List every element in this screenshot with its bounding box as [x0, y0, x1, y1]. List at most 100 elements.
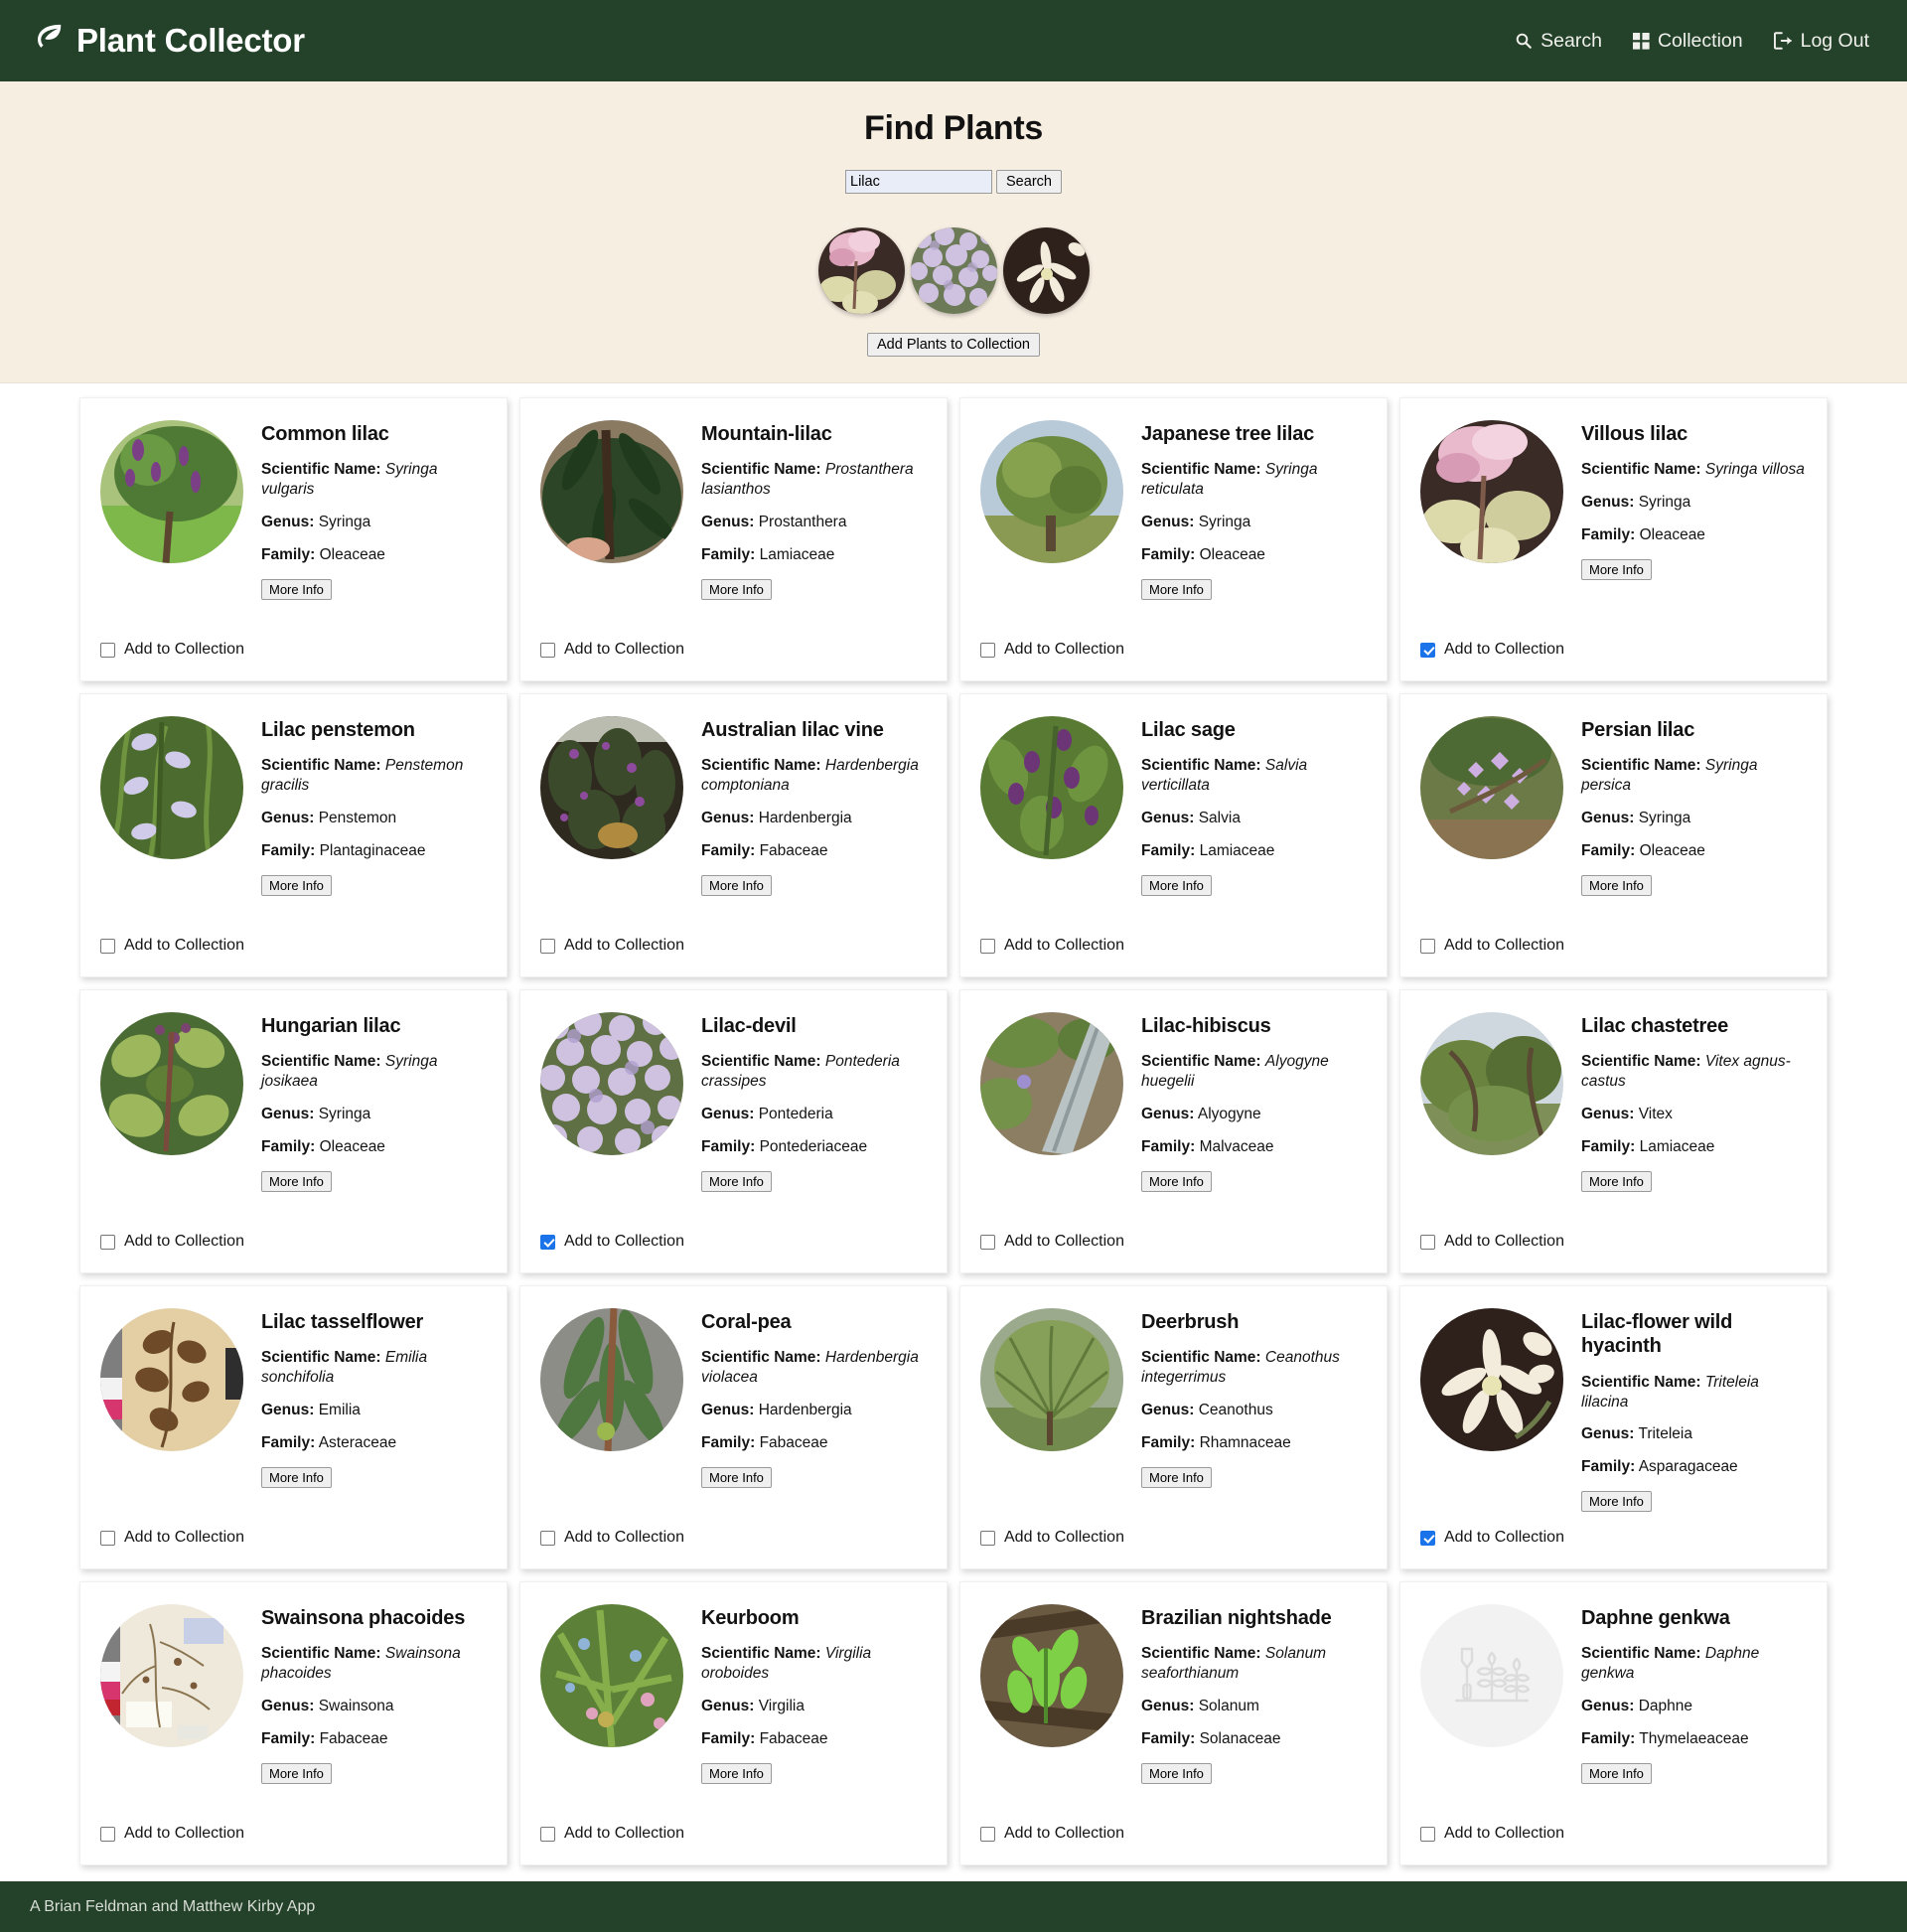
more-info-button[interactable]: More Info: [1141, 1763, 1212, 1784]
add-to-collection-checkbox[interactable]: [980, 1235, 995, 1250]
selected-thumb-villous-lilac[interactable]: [818, 227, 905, 314]
nav-link-collection[interactable]: Collection: [1633, 30, 1743, 53]
add-to-collection-checkbox[interactable]: [1420, 939, 1435, 954]
add-plants-to-collection-button[interactable]: Add Plants to Collection: [867, 333, 1040, 357]
selected-thumb-lilac-flower-wild-hyacinth[interactable]: [1003, 227, 1090, 314]
plant-thumbnail: [1420, 716, 1563, 859]
family-label: Family:: [1581, 1138, 1635, 1155]
more-info-button[interactable]: More Info: [261, 1467, 332, 1488]
plant-card: Persian lilacScientific Name: Syringa pe…: [1399, 693, 1828, 977]
more-info-button[interactable]: More Info: [1141, 875, 1212, 896]
add-to-collection-label[interactable]: Add to Collection: [1004, 1825, 1124, 1843]
more-info-button[interactable]: More Info: [1581, 1763, 1652, 1784]
add-to-collection-label[interactable]: Add to Collection: [1444, 1825, 1564, 1843]
add-to-collection-checkbox[interactable]: [980, 643, 995, 658]
add-to-collection-checkbox[interactable]: [540, 1827, 555, 1842]
logout-icon: [1774, 32, 1793, 50]
genus-label: Genus:: [1581, 1425, 1634, 1442]
add-to-collection-checkbox[interactable]: [1420, 1235, 1435, 1250]
add-to-collection-label[interactable]: Add to Collection: [1444, 641, 1564, 659]
add-to-collection-checkbox[interactable]: [980, 1531, 995, 1546]
plant-genus: Genus: Syringa: [261, 1105, 487, 1124]
add-to-collection-label[interactable]: Add to Collection: [1444, 1529, 1564, 1547]
family-value: Lamiaceae: [1640, 1138, 1715, 1155]
add-to-collection-checkbox[interactable]: [540, 643, 555, 658]
add-to-collection-checkbox[interactable]: [980, 939, 995, 954]
family-value: Oleaceae: [1640, 842, 1705, 859]
plant-family: Family: Oleaceae: [1141, 545, 1367, 565]
more-info-button[interactable]: More Info: [701, 1467, 772, 1488]
scientific-name-label: Scientific Name:: [261, 1053, 381, 1070]
family-value: Fabaceae: [760, 842, 828, 859]
more-info-button[interactable]: More Info: [1141, 1171, 1212, 1192]
add-to-collection-checkbox[interactable]: [100, 643, 115, 658]
more-info-button[interactable]: More Info: [261, 1171, 332, 1192]
add-to-collection-checkbox[interactable]: [100, 939, 115, 954]
more-info-button[interactable]: More Info: [701, 1171, 772, 1192]
add-to-collection-label[interactable]: Add to Collection: [1444, 937, 1564, 955]
add-to-collection-label[interactable]: Add to Collection: [1004, 1233, 1124, 1251]
plant-family: Family: Oleaceae: [1581, 525, 1807, 545]
plant-genus: Genus: Emilia: [261, 1401, 487, 1420]
add-to-collection-checkbox[interactable]: [100, 1531, 115, 1546]
add-to-collection-label[interactable]: Add to Collection: [564, 937, 684, 955]
plant-card: Lilac chastetreeScientific Name: Vitex a…: [1399, 989, 1828, 1273]
add-to-collection-checkbox[interactable]: [1420, 1827, 1435, 1842]
plant-card-main: Australian lilac vineScientific Name: Ha…: [540, 712, 927, 925]
more-info-button[interactable]: More Info: [1581, 1171, 1652, 1192]
plant-card-main: Lilac-devilScientific Name: Pontederia c…: [540, 1008, 927, 1221]
add-to-collection-label[interactable]: Add to Collection: [124, 937, 244, 955]
nav-link-logout[interactable]: Log Out: [1774, 30, 1869, 53]
more-info-button[interactable]: More Info: [261, 579, 332, 600]
search-button[interactable]: Search: [996, 170, 1062, 194]
genus-value: Swainsona: [319, 1698, 394, 1714]
selected-thumb-lilac-devil[interactable]: [911, 227, 997, 314]
add-to-collection-label[interactable]: Add to Collection: [124, 641, 244, 659]
more-info-button[interactable]: More Info: [261, 875, 332, 896]
brand-logo[interactable]: Plant Collector: [34, 22, 305, 60]
plant-thumbnail: [540, 420, 683, 563]
scientific-name-label: Scientific Name:: [1141, 1645, 1261, 1662]
plant-name: Brazilian nightshade: [1141, 1606, 1367, 1630]
plant-name: Australian lilac vine: [701, 718, 927, 742]
page-footer: A Brian Feldman and Matthew Kirby App: [0, 1881, 1907, 1932]
add-to-collection-label[interactable]: Add to Collection: [124, 1825, 244, 1843]
plant-family: Family: Pontederiaceae: [701, 1137, 927, 1157]
add-to-collection-label[interactable]: Add to Collection: [1004, 1529, 1124, 1547]
nav-link-search[interactable]: Search: [1515, 30, 1602, 53]
add-to-collection-checkbox[interactable]: [540, 1235, 555, 1250]
add-to-collection-label[interactable]: Add to Collection: [564, 1233, 684, 1251]
more-info-button[interactable]: More Info: [701, 579, 772, 600]
add-to-collection-checkbox[interactable]: [540, 939, 555, 954]
more-info-button[interactable]: More Info: [1141, 1467, 1212, 1488]
add-to-collection-checkbox[interactable]: [1420, 1531, 1435, 1546]
more-info-button[interactable]: More Info: [701, 1763, 772, 1784]
add-to-collection-row: Add to Collection: [540, 937, 927, 955]
add-to-collection-checkbox[interactable]: [980, 1827, 995, 1842]
add-to-collection-label[interactable]: Add to Collection: [124, 1233, 244, 1251]
add-to-collection-label[interactable]: Add to Collection: [1004, 937, 1124, 955]
more-info-button[interactable]: More Info: [1581, 1491, 1652, 1512]
family-value: Fabaceae: [760, 1730, 828, 1747]
more-info-button[interactable]: More Info: [1581, 559, 1652, 580]
add-to-collection-checkbox[interactable]: [100, 1235, 115, 1250]
family-value: Asteraceae: [319, 1434, 396, 1451]
add-to-collection-checkbox[interactable]: [540, 1531, 555, 1546]
more-info-button[interactable]: More Info: [701, 875, 772, 896]
more-info-button[interactable]: More Info: [261, 1763, 332, 1784]
add-to-collection-label[interactable]: Add to Collection: [564, 641, 684, 659]
add-to-collection-label[interactable]: Add to Collection: [1004, 641, 1124, 659]
add-to-collection-label[interactable]: Add to Collection: [1444, 1233, 1564, 1251]
add-to-collection-label[interactable]: Add to Collection: [564, 1529, 684, 1547]
plant-thumbnail: [980, 1308, 1123, 1451]
plant-scientific-name: Scientific Name: Syringa reticulata: [1141, 460, 1367, 500]
more-info-button[interactable]: More Info: [1141, 579, 1212, 600]
add-to-collection-label[interactable]: Add to Collection: [564, 1825, 684, 1843]
add-to-collection-checkbox[interactable]: [1420, 643, 1435, 658]
search-input[interactable]: [845, 170, 992, 194]
plant-info: Mountain-lilacScientific Name: Prostanth…: [701, 416, 927, 629]
add-to-collection-label[interactable]: Add to Collection: [124, 1529, 244, 1547]
genus-value: Syringa: [319, 514, 371, 530]
add-to-collection-checkbox[interactable]: [100, 1827, 115, 1842]
more-info-button[interactable]: More Info: [1581, 875, 1652, 896]
